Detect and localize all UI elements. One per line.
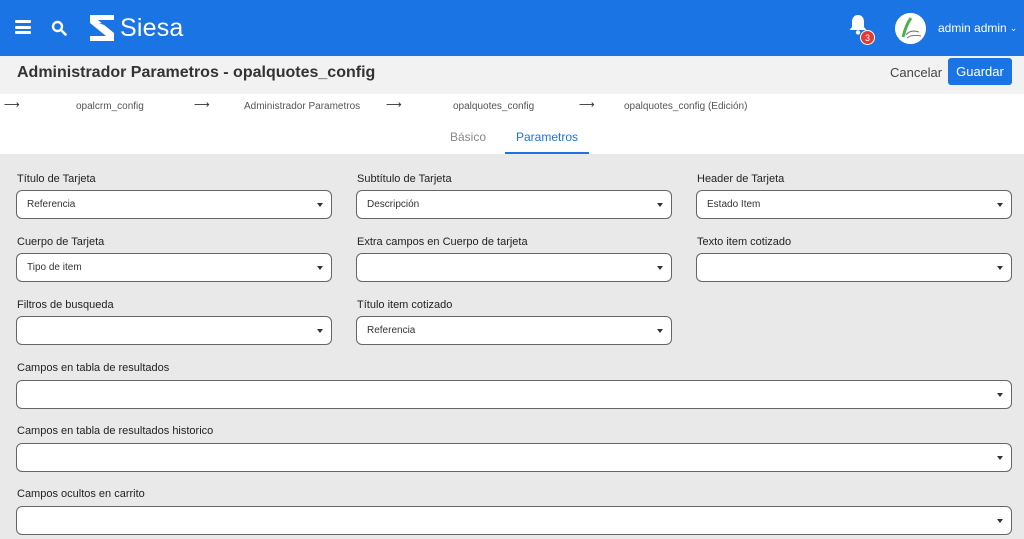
caret-down-icon xyxy=(317,266,323,270)
field-label: Filtros de busqueda xyxy=(17,299,114,311)
select-value: Tipo de item xyxy=(27,262,82,273)
arrow-right-icon: ⟶ xyxy=(4,99,20,111)
notifications-button[interactable]: 3 xyxy=(848,14,875,45)
user-name: admin admin xyxy=(938,21,1007,35)
arrow-right-icon: ⟶ xyxy=(386,99,402,111)
top-navbar: Siesa 3 admin admin ⌄ xyxy=(0,0,1024,56)
arrow-right-icon: ⟶ xyxy=(194,99,210,111)
arrow-right-icon: ⟶ xyxy=(579,99,595,111)
hamburger-menu-icon[interactable] xyxy=(15,20,31,34)
search-icon[interactable] xyxy=(51,20,67,36)
cancel-button[interactable]: Cancelar xyxy=(890,65,942,80)
titulo-item-cotizado-select[interactable]: Referencia xyxy=(356,316,672,345)
select-value: Estado Item xyxy=(707,199,761,210)
field-label: Extra campos en Cuerpo de tarjeta xyxy=(357,236,528,248)
avatar-image xyxy=(895,13,926,44)
user-menu[interactable]: admin admin ⌄ xyxy=(938,21,1017,35)
avatar[interactable] xyxy=(895,13,926,44)
caret-down-icon xyxy=(657,203,663,207)
caret-down-icon xyxy=(997,203,1003,207)
field-label: Header de Tarjeta xyxy=(697,173,785,185)
subtitulo-tarjeta-select[interactable]: Descripción xyxy=(356,190,672,219)
tab-parametros[interactable]: Parametros xyxy=(516,130,578,144)
select-value: Referencia xyxy=(367,325,416,336)
caret-down-icon xyxy=(317,203,323,207)
cuerpo-tarjeta-select[interactable]: Tipo de item xyxy=(16,253,332,282)
breadcrumb-item-current: opalquotes_config (Edición) xyxy=(624,101,748,112)
field-label: Título item cotizado xyxy=(357,299,453,311)
field-label: Título de Tarjeta xyxy=(17,173,96,185)
page-title: Administrador Parametros - opalquotes_co… xyxy=(17,64,376,81)
caret-down-icon xyxy=(997,519,1003,523)
caret-down-icon xyxy=(997,456,1003,460)
caret-down-icon xyxy=(657,266,663,270)
tab-bar: Básico Parametros xyxy=(0,118,1024,154)
select-value: Descripción xyxy=(367,199,420,210)
logo-text: Siesa xyxy=(120,13,184,42)
field-label: Campos ocultos en carrito xyxy=(17,488,145,500)
breadcrumb-item[interactable]: opalquotes_config xyxy=(453,101,534,112)
tab-basico[interactable]: Básico xyxy=(450,130,486,144)
texto-item-cotizado-select[interactable] xyxy=(696,253,1012,282)
caret-down-icon xyxy=(997,266,1003,270)
breadcrumb-item[interactable]: opalcrm_config xyxy=(76,101,144,112)
page-header: Administrador Parametros - opalquotes_co… xyxy=(0,56,1024,94)
notification-badge: 3 xyxy=(860,30,875,45)
header-tarjeta-select[interactable]: Estado Item xyxy=(696,190,1012,219)
field-label: Subtítulo de Tarjeta xyxy=(357,173,452,185)
parameters-form: Título de Tarjeta Referencia Subtítulo d… xyxy=(0,154,1024,539)
extra-campos-select[interactable] xyxy=(356,253,672,282)
field-label: Campos en tabla de resultados historico xyxy=(17,425,214,437)
field-label: Campos en tabla de resultados xyxy=(17,362,170,374)
siesa-logo[interactable]: Siesa xyxy=(89,14,184,42)
select-value: Referencia xyxy=(27,199,76,210)
campos-tabla-historico-select[interactable] xyxy=(16,443,1012,472)
save-button[interactable]: Guardar xyxy=(948,58,1012,85)
breadcrumb: ⟶ opalcrm_config ⟶ Administrador Paramet… xyxy=(0,94,1024,118)
titulo-tarjeta-select[interactable]: Referencia xyxy=(16,190,332,219)
chevron-down-icon: ⌄ xyxy=(1009,22,1018,33)
field-label: Cuerpo de Tarjeta xyxy=(17,236,105,248)
campos-ocultos-carrito-select[interactable] xyxy=(16,506,1012,535)
siesa-logo-mark xyxy=(90,15,114,41)
caret-down-icon xyxy=(657,329,663,333)
campos-tabla-resultados-select[interactable] xyxy=(16,380,1012,409)
breadcrumb-item[interactable]: Administrador Parametros xyxy=(244,101,360,112)
filtros-busqueda-select[interactable] xyxy=(16,316,332,345)
caret-down-icon xyxy=(317,329,323,333)
caret-down-icon xyxy=(997,393,1003,397)
field-label: Texto item cotizado xyxy=(697,236,792,248)
